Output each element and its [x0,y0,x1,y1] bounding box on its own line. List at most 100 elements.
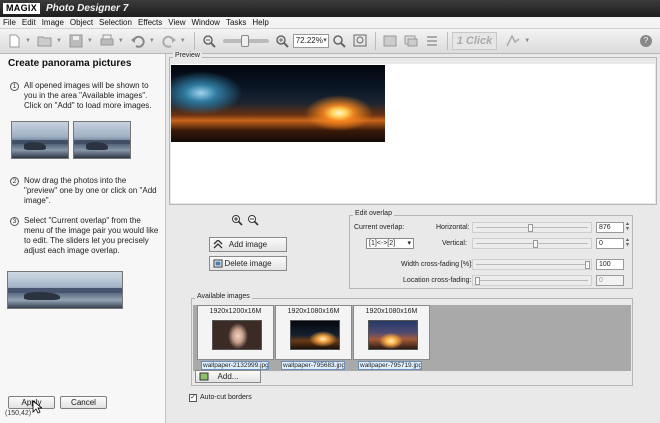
preview-zoom-out-icon[interactable] [247,214,259,226]
step-text: Select "Current overlap" from the menu o… [24,216,159,255]
menu-help[interactable]: Help [249,18,271,27]
portrait-thumbnail-icon[interactable] [212,320,262,350]
menu-object[interactable]: Object [67,18,96,27]
step-text: Now drag the photos into the "preview" o… [24,176,157,205]
auto-cut-borders-label[interactable]: Auto-cut borders [200,394,252,401]
panorama-preview-image[interactable] [171,65,385,142]
horizontal-slider-knob[interactable] [528,224,533,232]
zoom-level-select[interactable]: 72.22% [292,34,329,48]
delete-image-label: Delete image [224,259,272,268]
menu-view[interactable]: View [165,18,188,27]
step-text: All opened images will be shown to you i… [24,81,152,110]
image-filename[interactable]: wallpaper-795719.jpg [358,361,422,370]
example-panorama-thumbnail [7,271,123,309]
zoom-fit-icon[interactable] [350,32,370,50]
horizontal-input[interactable]: 876 [596,222,624,233]
save-dropdown-icon[interactable]: ▼ [87,38,93,44]
help-icon[interactable]: ? [640,35,652,47]
zoom-slider-knob[interactable] [240,35,249,47]
available-images-label: Available images [195,293,252,300]
width-crossfading-slider[interactable] [472,259,592,270]
image-card[interactable]: 1920x1080x16M [275,305,352,360]
image-card[interactable]: 1920x1200x16M [197,305,274,360]
example-thumbnail-right [73,121,131,159]
add-image-button[interactable]: Add image [209,237,287,252]
width-crossfading-label: Width cross-fading [%]: [401,261,473,268]
print-icon[interactable] [97,32,117,50]
vertical-spinner[interactable]: ▲ ▼ [625,238,631,249]
zoom-out-icon[interactable] [199,32,219,50]
zoom-slider[interactable] [222,35,269,47]
vertical-input[interactable]: 0 [596,238,624,249]
redo-dropdown-icon[interactable]: ▼ [180,38,186,44]
available-images-group: Available images 1920x1200x16M wallpaper… [191,293,633,386]
edit-overlap-group: Edit overlap Current overlap: [1]<->[2] … [349,210,633,289]
zoom-in-icon[interactable] [272,32,292,50]
available-images-area[interactable]: 1920x1200x16M wallpaper-2132999.jpg 1920… [193,305,631,371]
redo-icon[interactable] [159,32,179,50]
width-crossfading-knob[interactable] [585,261,590,269]
toolbar-separator [446,32,448,50]
image-card[interactable]: 1920x1080x16M [353,305,430,360]
open-folder-icon[interactable] [35,32,55,50]
one-click-button[interactable]: 1 Click [451,32,498,50]
auto-cut-borders-checkbox[interactable]: ✓ [189,394,197,402]
menu-effects[interactable]: Effects [135,18,165,27]
current-overlap-select[interactable]: [1]<->[2] [366,238,414,249]
cancel-button[interactable]: Cancel [60,396,107,409]
zoom-100-icon[interactable] [329,32,349,50]
horizontal-slider[interactable] [472,222,592,233]
location-crossfading-knob[interactable] [475,277,480,285]
location-crossfading-input[interactable]: 0 [596,275,624,286]
edit-overlap-label: Edit overlap [353,210,394,217]
location-crossfading-label: Location cross-fading: [403,277,472,284]
menu-tasks[interactable]: Tasks [223,18,249,27]
step-3: 3 Select "Current overlap" from the menu… [10,216,160,256]
image-resolution: 1920x1200x16M [209,308,262,315]
cursor-coordinates: (150,42) [5,410,32,417]
preview-zoom-in-icon[interactable] [231,214,243,226]
step-number: 3 [10,217,19,226]
list-view-icon[interactable] [422,32,442,50]
image-filename[interactable]: wallpaper-2132999.jpg [201,361,269,370]
horizontal-spinner[interactable]: ▲ ▼ [625,222,631,233]
step-2: 2 Now drag the photos into the "preview"… [10,176,160,206]
menu-file[interactable]: File [0,18,19,27]
new-dropdown-icon[interactable]: ▼ [25,38,31,44]
new-file-icon[interactable] [4,32,24,50]
menu-selection[interactable]: Selection [96,18,135,27]
step-number: 1 [10,82,19,91]
menu-image[interactable]: Image [39,18,67,27]
image-manager-icon[interactable] [380,32,400,50]
open-dropdown-icon[interactable]: ▼ [56,38,62,44]
vertical-slider[interactable] [472,238,592,249]
mouse-pointer-icon [32,400,42,414]
preview-canvas[interactable] [171,64,655,203]
location-crossfading-slider[interactable] [472,275,592,286]
space-thumbnail-icon[interactable] [290,320,340,350]
menu-edit[interactable]: Edit [19,18,39,27]
preview-label: Preview [173,52,202,59]
effects-dropdown-icon[interactable]: ▼ [524,38,530,44]
effects-icon[interactable] [503,32,523,50]
undo-dropdown-icon[interactable]: ▼ [149,38,155,44]
print-dropdown-icon[interactable]: ▼ [118,38,124,44]
horizontal-label: Horizontal: [436,224,470,231]
sunset-thumbnail-icon[interactable] [368,320,418,350]
save-disk-icon[interactable] [66,32,86,50]
app-title: Photo Designer 7 [46,3,129,14]
add-image-label: Add image [228,240,268,249]
add-available-image-button[interactable]: Add... [195,370,261,383]
vertical-slider-knob[interactable] [533,240,538,248]
menu-window[interactable]: Window [188,18,222,27]
delete-image-button[interactable]: Delete image [209,256,287,271]
width-crossfading-input[interactable]: 100 [596,259,624,270]
undo-icon[interactable] [128,32,148,50]
image-resolution: 1920x1080x16M [365,308,418,315]
magix-logo: MAGIX [3,3,41,14]
one-click-label: 1 Click [456,35,493,47]
menu-bar: File Edit Image Object Selection Effects… [0,17,660,29]
toolbar: ▼ ▼ ▼ ▼ ▼ ▼ 72.22% 1 Click ▼ ? [0,29,660,54]
layers-icon[interactable] [401,32,421,50]
image-filename[interactable]: wallpaper-795683.jpg [281,361,345,370]
